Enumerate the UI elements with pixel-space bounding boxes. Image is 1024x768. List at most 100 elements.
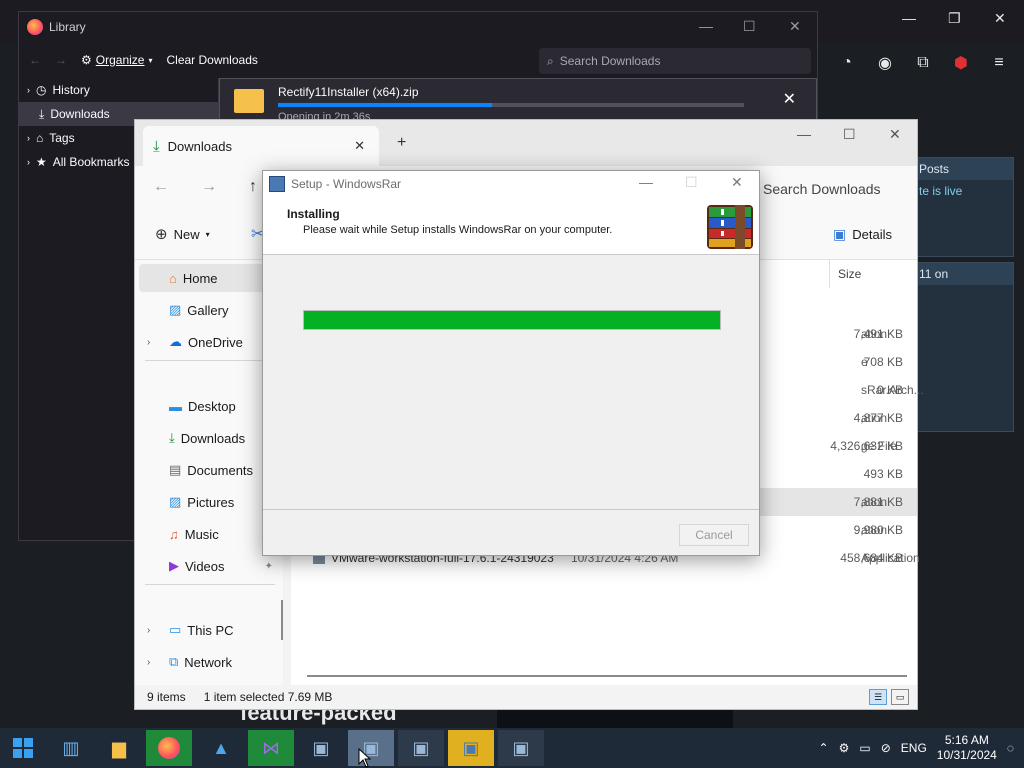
setup-dialog: Setup - WindowsRar — ☐ ✕ Installing Plea… (262, 170, 760, 556)
firefox-toolbar: ⛨ ◔ ◉ ⧉ ⬢ ≡ (798, 52, 1010, 74)
download-item[interactable]: Rectify11Installer (x64).zip Opening in … (219, 78, 817, 122)
cancel-download-icon[interactable]: ✕ (783, 89, 796, 109)
details-button[interactable]: ▣ Details (833, 226, 892, 243)
setup-close-button[interactable]: ✕ (731, 174, 743, 191)
nav-item-documents[interactable]: ▤Documents✦ (135, 456, 275, 484)
new-button[interactable]: ⊕ New ▾ (155, 225, 210, 243)
cancel-button[interactable]: Cancel (679, 524, 749, 546)
sidebar-item-history[interactable]: › ◷ History (19, 78, 218, 102)
nav-item-network[interactable]: › ⧉ Network (135, 648, 275, 676)
library-maximize-button[interactable]: ☐ (743, 18, 756, 35)
taskbar-photos[interactable]: ▲ (198, 730, 244, 766)
firefox-restore-button[interactable]: ❐ (948, 10, 961, 27)
explorer-maximize-button[interactable]: ☐ (843, 126, 856, 143)
video-icon: ▶ (169, 558, 179, 573)
explorer-navigation-pane: ⌂Home ▨Gallery ›☁OneDrive ▬Desktop✦ ⤓Dow… (135, 260, 283, 688)
setup-icon: ▣ (462, 737, 480, 758)
menu-icon[interactable]: ≡ (988, 52, 1010, 74)
organize-menu[interactable]: ⚙ Organize ▾ (81, 53, 152, 67)
nav-item-music[interactable]: ♫Music✦ (135, 520, 275, 548)
tab-downloads[interactable]: ⤓ Downloads ✕ (143, 126, 379, 166)
explorer-minimize-button[interactable]: — (797, 126, 811, 142)
setup-heading: Installing (287, 207, 340, 221)
details-pane-icon: ▣ (833, 226, 847, 242)
nav-pane-scrollbar[interactable] (281, 600, 283, 640)
download-icon: ⤓ (39, 106, 45, 121)
clear-downloads-button[interactable]: Clear Downloads (166, 53, 257, 67)
forward-arrow-icon[interactable]: → (201, 178, 217, 196)
nav-item-downloads[interactable]: ⤓Downloads✦ (135, 424, 275, 452)
nav-item-home[interactable]: ⌂ Home (139, 264, 277, 292)
firefox-icon (158, 737, 180, 759)
clock[interactable]: 5:16 AM 10/31/2024 (937, 733, 997, 763)
account-icon[interactable]: ◉ (874, 52, 896, 74)
nav-item-videos[interactable]: ▶ Videos ✦ (135, 552, 275, 580)
details-view-icon[interactable]: ☰ (869, 689, 887, 705)
explorer-tabbar: ⤓ Downloads ✕ + — ☐ ✕ (135, 120, 917, 166)
taskbar-visual-studio[interactable]: ⋈ (248, 730, 294, 766)
taskbar-firefox[interactable] (146, 730, 192, 766)
language-indicator[interactable]: ENG (901, 741, 927, 755)
ublock-icon[interactable]: ⬢ (950, 52, 972, 74)
nav-item-pictures[interactable]: ▨Pictures✦ (135, 488, 275, 516)
setup-minimize-button[interactable]: — (639, 174, 653, 190)
music-icon: ♫ (169, 526, 179, 542)
column-header-size[interactable]: Size (829, 260, 861, 288)
taskbar-setup[interactable]: ▣ (298, 730, 344, 766)
network-icon[interactable]: ⊘ (881, 741, 891, 755)
background-card: 11 on (912, 262, 1014, 432)
nav-item-gallery[interactable]: ▨ Gallery (135, 296, 275, 324)
setup-title: Setup - WindowsRar (291, 177, 402, 191)
taskbar-setup[interactable]: ▣ (498, 730, 544, 766)
setup-header: Installing Please wait while Setup insta… (263, 197, 759, 255)
firefox-minimize-button[interactable]: — (902, 10, 916, 26)
notifications-icon[interactable]: ◌ (1007, 741, 1014, 755)
chevron-right-icon: › (147, 656, 151, 668)
pin-icon[interactable]: ✦ (265, 561, 273, 572)
up-arrow-icon[interactable]: ↑ (249, 178, 257, 196)
back-arrow-icon[interactable]: ← (29, 53, 41, 67)
forward-arrow-icon[interactable]: → (55, 53, 67, 67)
start-button[interactable] (0, 730, 46, 766)
library-minimize-button[interactable]: — (699, 18, 713, 34)
setup-titlebar: Setup - WindowsRar — ☐ ✕ (263, 171, 759, 197)
pc-icon: ▭ (169, 622, 182, 637)
back-arrow-icon[interactable]: ← (153, 178, 169, 196)
settings-icon[interactable]: ⚙ (839, 741, 850, 755)
library-search-input[interactable]: ⌕ Search Downloads (539, 48, 811, 74)
tiles-view-icon[interactable]: ▭ (891, 689, 909, 705)
library-close-button[interactable]: ✕ (789, 18, 801, 35)
setup-subheading: Please wait while Setup installs Windows… (303, 224, 613, 236)
taskbar-folder[interactable]: ▆ (96, 730, 142, 766)
chevron-right-icon: › (147, 624, 151, 636)
extensions-icon[interactable]: ⧉ (912, 52, 934, 74)
chevron-down-icon: ▾ (148, 55, 153, 65)
setup-icon: ▣ (412, 737, 430, 758)
chevron-right-icon: › (27, 85, 30, 95)
explorer-close-button[interactable]: ✕ (889, 126, 901, 143)
taskbar-setup[interactable]: ▣ (398, 730, 444, 766)
gear-icon: ⚙ (81, 53, 92, 67)
background-card: Posts te is live (912, 157, 1014, 257)
network-icon: ⧉ (169, 654, 179, 669)
setup-icon: ▣ (512, 737, 530, 758)
zip-folder-icon (234, 89, 264, 113)
firefox-close-button[interactable]: ✕ (994, 10, 1006, 27)
close-tab-icon[interactable]: ✕ (354, 138, 365, 154)
new-tab-button[interactable]: + (397, 134, 406, 152)
display-icon[interactable]: ▭ (859, 741, 870, 755)
taskbar-setup-flashing[interactable]: ▣ (448, 730, 494, 766)
chevron-up-icon[interactable]: ⌃ (819, 741, 829, 755)
library-titlebar: Library — ☐ ✕ (19, 12, 817, 42)
nav-item-onedrive[interactable]: › ☁ OneDrive (135, 328, 275, 356)
nav-item-this-pc[interactable]: › ▭ This PC (135, 616, 275, 644)
nav-item-desktop[interactable]: ▬Desktop✦ (135, 392, 275, 420)
download-icon: ⤓ (153, 137, 160, 155)
taskbar-file-explorer[interactable]: ▥ (48, 730, 94, 766)
home-icon: ⌂ (169, 270, 177, 286)
download-filename: Rectify11Installer (x64).zip (278, 85, 419, 99)
horizontal-scrollbar[interactable] (307, 675, 907, 677)
setup-icon: ▣ (312, 737, 330, 758)
account-icon[interactable]: ◔ (836, 52, 858, 74)
explorer-search-input[interactable]: Search Downloads (755, 174, 915, 204)
